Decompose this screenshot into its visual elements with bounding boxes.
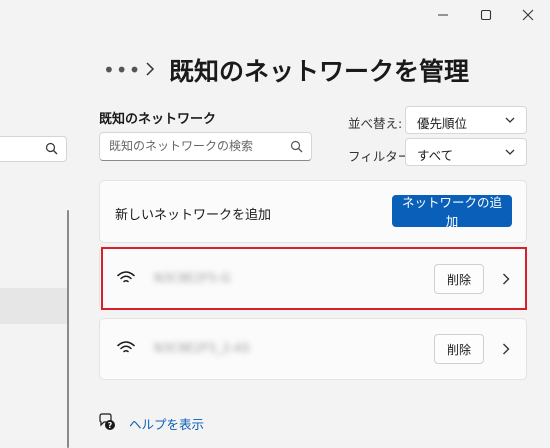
wifi-icon [117, 271, 135, 283]
filter-value: すべて [417, 148, 454, 163]
add-network-label: 新しいネットワークを追加 [115, 208, 272, 223]
delete-network-button[interactable]: 削除 [434, 334, 484, 364]
search-icon [45, 142, 58, 155]
breadcrumb-more-button[interactable]: ••• [103, 58, 141, 82]
svg-text:?: ? [108, 421, 113, 430]
sort-label: 並べ替え: [348, 116, 403, 131]
minimize-icon [438, 14, 448, 16]
maximize-icon [480, 9, 492, 21]
network-ssid: N3C8E2F5-G [154, 271, 231, 285]
network-item[interactable]: N3C8E2F5_2-A5 削除 [99, 318, 527, 380]
help-link[interactable]: ヘルプを表示 [129, 414, 204, 433]
search-icon [290, 140, 303, 153]
section-title: 既知のネットワーク [99, 112, 217, 127]
filter-dropdown[interactable]: すべて [405, 138, 527, 166]
wifi-icon [117, 341, 135, 353]
page-title: 既知のネットワークを管理 [169, 57, 470, 86]
sidebar-scrollbar[interactable] [67, 210, 69, 448]
sort-dropdown[interactable]: 優先順位 [405, 106, 527, 134]
sort-value: 優先順位 [417, 116, 468, 131]
chevron-right-icon[interactable] [502, 273, 510, 285]
network-ssid: N3C8E2F5_2-A5 [154, 341, 250, 355]
close-icon [522, 9, 534, 21]
sidebar-search-input[interactable] [0, 136, 67, 162]
maximize-button[interactable] [474, 4, 498, 26]
minimize-button[interactable] [431, 4, 455, 26]
chevron-right-icon[interactable] [502, 343, 510, 355]
network-search-box[interactable] [99, 132, 312, 161]
network-item[interactable]: N3C8E2F5-G 削除 [99, 248, 527, 310]
help-chat-icon: ? [99, 413, 115, 430]
add-network-card: 新しいネットワークを追加 ネットワークの追加 [99, 180, 527, 243]
sidebar-selected-item[interactable] [0, 288, 68, 324]
chevron-down-icon [505, 149, 515, 155]
add-network-button[interactable]: ネットワークの追加 [392, 195, 512, 229]
close-button[interactable] [516, 4, 540, 26]
delete-network-button[interactable]: 削除 [434, 264, 484, 294]
chevron-right-icon [146, 62, 155, 76]
network-search-input[interactable] [109, 139, 279, 153]
chevron-down-icon [505, 117, 515, 123]
